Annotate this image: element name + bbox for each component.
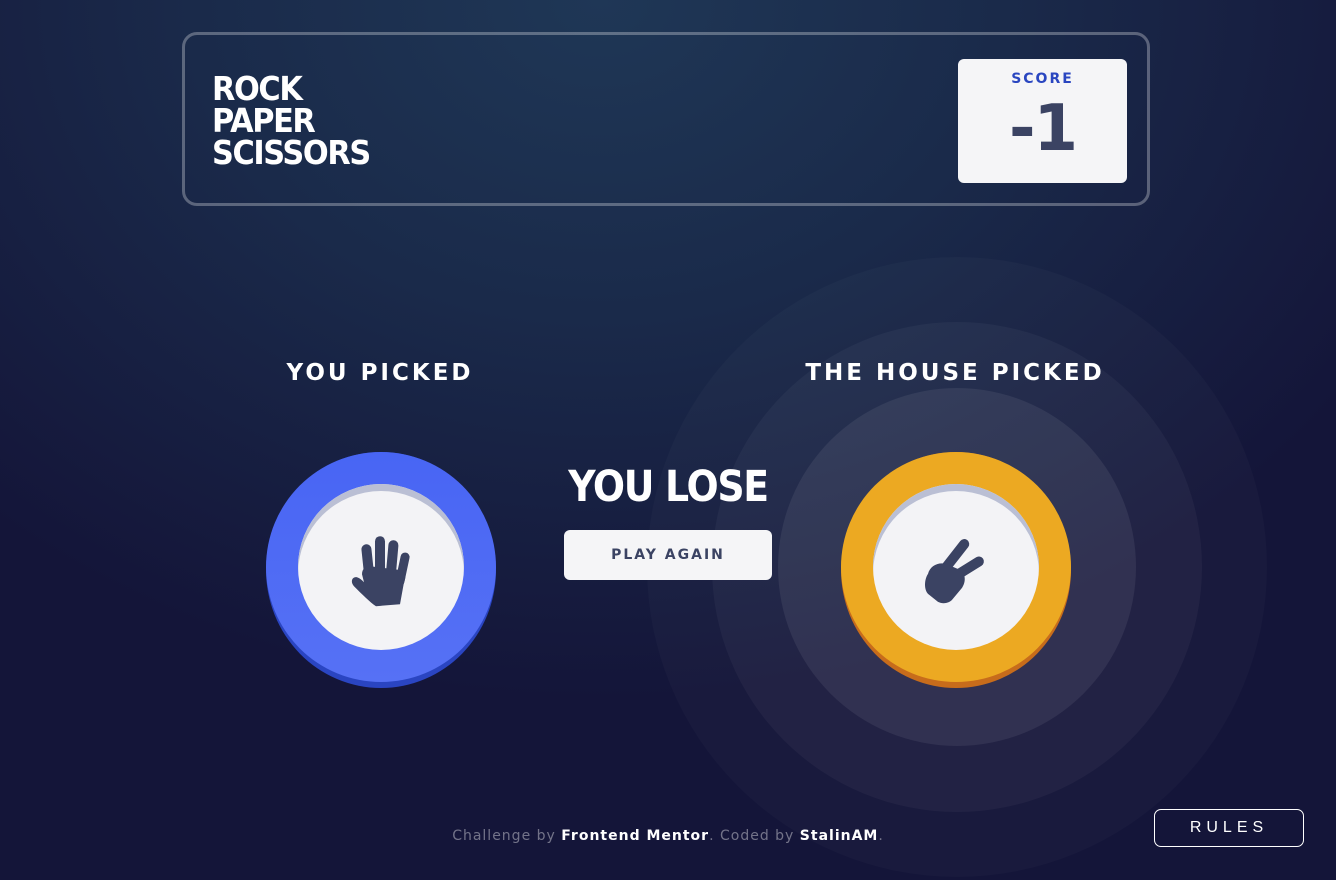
game-title: ROCK PAPER SCISSORS (212, 72, 371, 172)
hand-paper-icon (351, 536, 410, 607)
paper-chip-face (298, 484, 464, 650)
result-text: YOU LOSE (568, 462, 769, 512)
score-value: -1 (1008, 92, 1078, 166)
paper-chip-ring (266, 452, 496, 682)
house-choice-scissors (841, 452, 1071, 688)
hand-scissors-icon (925, 539, 984, 604)
attribution-coded-prefix: . Coded by (709, 828, 800, 844)
title-line-scissors: SCISSORS (212, 133, 371, 172)
play-again-button[interactable]: PLAY AGAIN (564, 530, 772, 580)
score-box: SCORE -1 (958, 59, 1127, 183)
rules-button[interactable]: RULES (1154, 809, 1304, 847)
player-choice-paper (266, 452, 496, 688)
scissors-chip-face (873, 484, 1039, 650)
scissors-chip-ring (841, 452, 1071, 682)
attribution-challenge-prefix: Challenge by (452, 828, 562, 844)
score-label: SCORE (1011, 71, 1074, 87)
attribution: Challenge by Frontend Mentor. Coded by S… (380, 828, 956, 844)
you-picked-label: YOU PICKED (286, 360, 474, 386)
header: ROCK PAPER SCISSORS SCORE -1 (182, 32, 1150, 206)
author-link[interactable]: StalinAM (800, 828, 879, 844)
frontend-mentor-link[interactable]: Frontend Mentor (561, 828, 709, 844)
attribution-suffix: . (878, 828, 884, 844)
